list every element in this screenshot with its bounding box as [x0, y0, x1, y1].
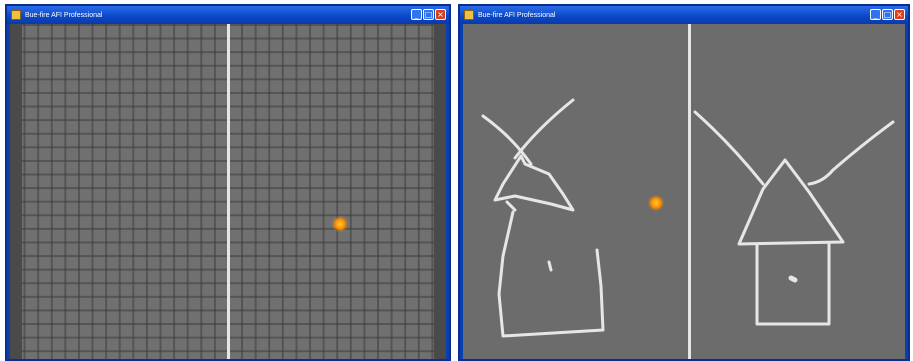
- title-bar[interactable]: Bue-fire AFI Professional _ □ ×: [7, 6, 449, 24]
- minimize-button[interactable]: _: [870, 9, 881, 20]
- title-bar[interactable]: Bue-fire AFI Professional _ □ ×: [460, 6, 908, 24]
- close-button[interactable]: ×: [435, 9, 446, 20]
- sketch-right-line-b: [807, 120, 895, 186]
- window-title: Bue-fire AFI Professional: [25, 11, 103, 19]
- sketch-left-roof-inner: [505, 200, 517, 212]
- maximize-button[interactable]: □: [423, 9, 434, 20]
- close-button[interactable]: ×: [894, 9, 905, 20]
- minimize-button[interactable]: _: [411, 9, 422, 20]
- maximize-button[interactable]: □: [882, 9, 893, 20]
- sketch-left-line-b: [513, 98, 575, 160]
- sketch-left-line-a: [481, 114, 533, 166]
- window-title: Bue-fire AFI Professional: [478, 11, 556, 19]
- app-icon: [464, 10, 474, 20]
- sketch-right-house: [755, 242, 831, 326]
- grid-canvas[interactable]: [10, 24, 446, 359]
- sketch-left-window: [547, 260, 553, 272]
- app-window-right: Bue-fire AFI Professional _ □ ×: [458, 4, 910, 361]
- sketch-right-line-a: [693, 110, 765, 186]
- app-window-left: Bue-fire AFI Professional _ □ ×: [5, 4, 451, 361]
- app-icon: [11, 10, 21, 20]
- pointer-dot-icon: [650, 197, 662, 209]
- drawing-canvas[interactable]: [463, 24, 905, 359]
- freehand-drawing: [481, 98, 895, 338]
- window-controls: _ □ ×: [870, 9, 905, 20]
- window-controls: _ □ ×: [411, 9, 446, 20]
- sketch-left-house: [497, 210, 605, 338]
- vertical-divider-line: [688, 24, 691, 359]
- sketch-right-window: [788, 275, 798, 283]
- vertical-divider-line: [227, 24, 230, 359]
- pointer-dot-icon: [334, 218, 346, 230]
